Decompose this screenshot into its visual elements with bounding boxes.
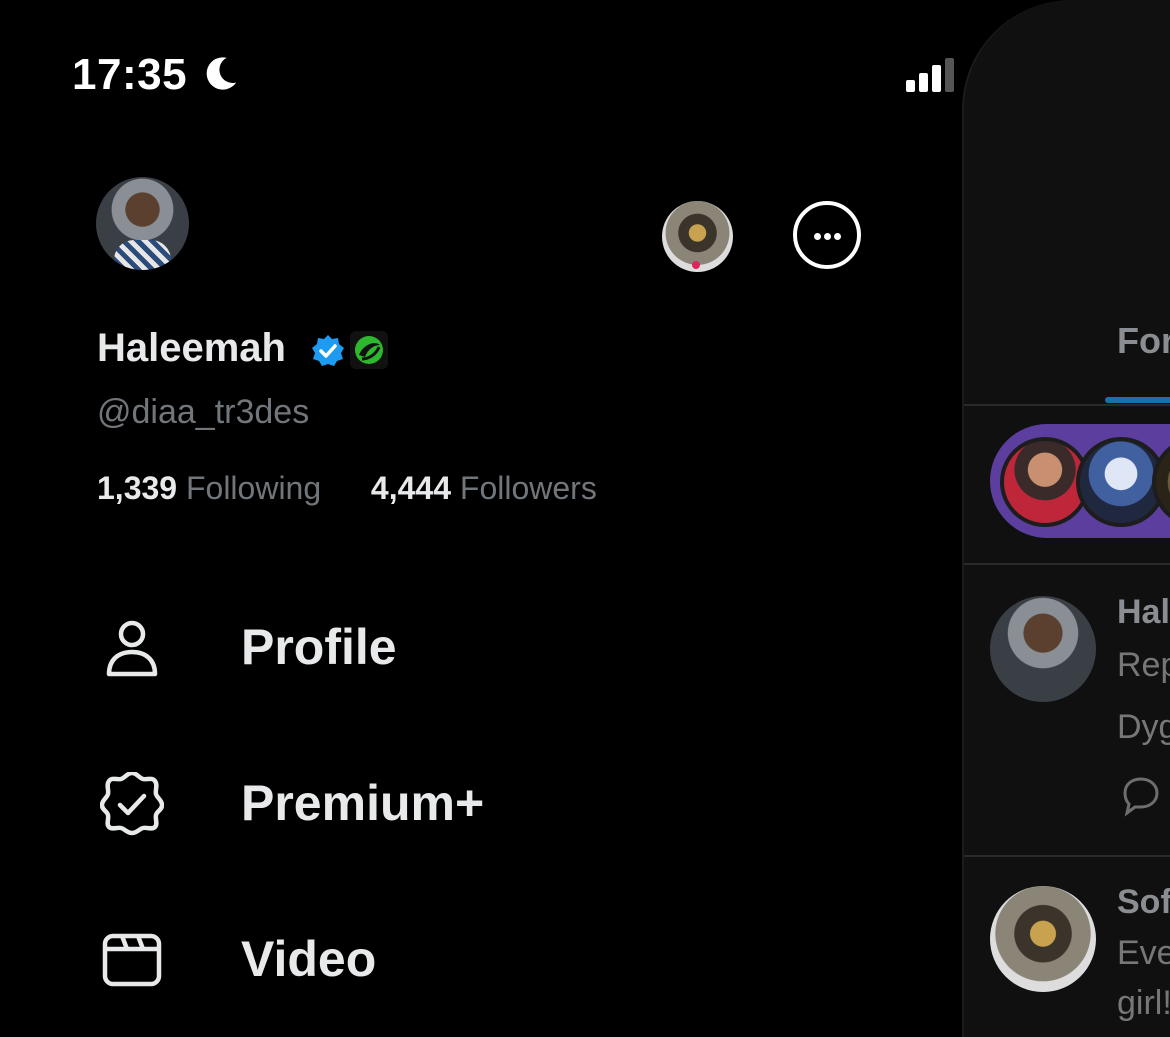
- post-avatar[interactable]: [990, 886, 1096, 992]
- menu-item-label: Video: [241, 931, 377, 987]
- following-label: Following: [185, 470, 322, 506]
- follow-stats: 1,339 Following 4,444 Followers: [97, 470, 597, 507]
- more-options-button[interactable]: [793, 201, 861, 269]
- menu-item-video[interactable]: Video: [100, 916, 700, 1006]
- tab-for-you[interactable]: For: [1117, 320, 1170, 362]
- reply-icon[interactable]: [1117, 773, 1161, 817]
- cellular-signal-icon: [906, 58, 954, 92]
- post-text: Eve: [1117, 934, 1170, 972]
- menu-item-profile[interactable]: Profile: [100, 604, 700, 694]
- followers-link[interactable]: 4,444 Followers: [371, 470, 597, 506]
- menu-item-label: Profile: [241, 619, 397, 675]
- post-author[interactable]: Sof: [1117, 883, 1170, 922]
- following-count: 1,339: [97, 470, 178, 506]
- status-time: 17:35: [72, 50, 188, 99]
- menu-item-label: Premium+: [241, 775, 485, 831]
- avatar[interactable]: [96, 177, 189, 270]
- divider: [964, 404, 1170, 406]
- menu-item-premium[interactable]: Premium+: [100, 760, 700, 850]
- person-icon: [106, 620, 158, 677]
- affiliate-badge-icon: [350, 331, 388, 369]
- followers-label: Followers: [459, 470, 597, 506]
- divider: [964, 855, 1170, 857]
- post-author[interactable]: Hal: [1117, 593, 1170, 632]
- focus-moon-icon: [206, 57, 237, 90]
- user-handle: @diaa_tr3des: [97, 393, 310, 431]
- switch-account-avatar[interactable]: [662, 201, 733, 272]
- divider: [964, 563, 1170, 565]
- display-name[interactable]: Haleemah: [97, 326, 286, 371]
- following-link[interactable]: 1,339 Following: [97, 470, 330, 506]
- background-timeline[interactable]: For Hal Rep Dyg Sof Eve girl!: [962, 0, 1170, 1037]
- post-avatar[interactable]: [990, 596, 1096, 702]
- video-icon: [102, 933, 162, 987]
- verified-badge-icon: [312, 335, 344, 366]
- tab-indicator: [1105, 397, 1170, 403]
- post-text: girl!: [1117, 984, 1170, 1022]
- followers-count: 4,444: [370, 470, 451, 506]
- verified-badge-icon: [100, 772, 164, 836]
- post-text: Dyg: [1117, 708, 1170, 746]
- post-reply-line: Rep: [1117, 646, 1170, 684]
